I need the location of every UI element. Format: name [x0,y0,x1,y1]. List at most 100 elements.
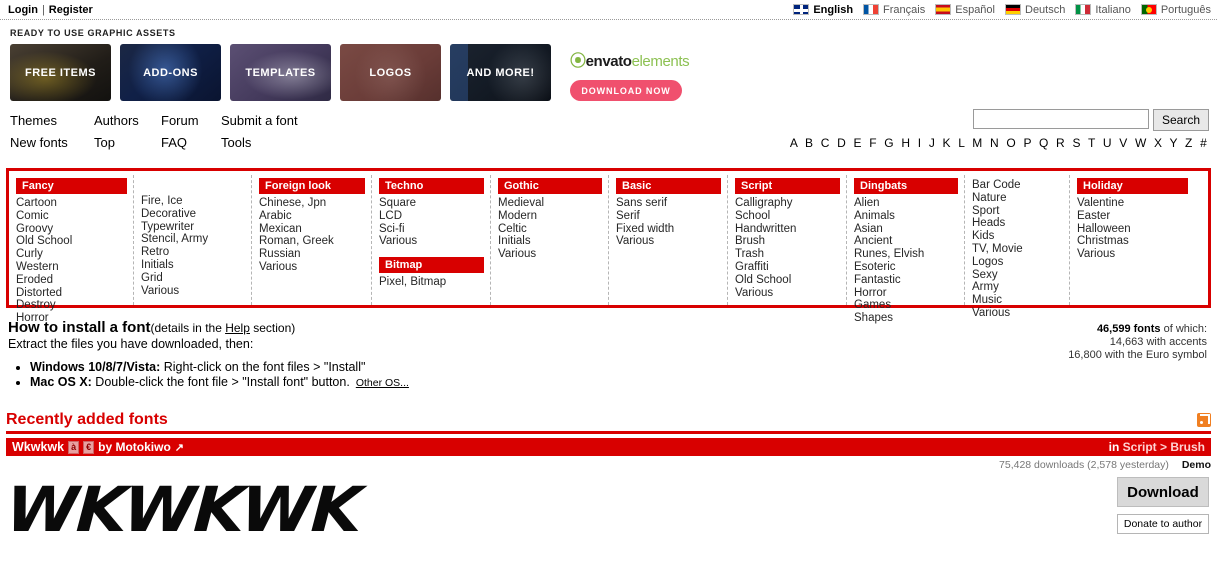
font-author[interactable]: by Motokiwo [98,440,171,454]
category-item[interactable]: Various [498,248,536,260]
category-item[interactable]: Christmas [1077,235,1129,247]
category-item[interactable]: Western [16,261,59,273]
category-item[interactable]: Various [972,307,1010,319]
category-item[interactable]: Old School [735,274,791,286]
login-link[interactable]: Login [8,4,38,16]
download-button[interactable]: Download [1117,477,1209,507]
ad-tile-templates[interactable]: TEMPLATES [230,44,331,101]
help-link[interactable]: Help [225,321,250,335]
category-item[interactable]: Various [379,235,417,247]
category-item[interactable]: Fixed width [616,223,674,235]
category-item[interactable]: Music [972,294,1002,306]
category-item[interactable]: Brush [735,235,765,247]
category-item[interactable]: Russian [259,248,301,260]
category-item[interactable]: Curly [16,248,43,260]
nav-item-faq[interactable]: FAQ [161,135,221,157]
category-item[interactable]: Trash [735,248,764,260]
category-header-bitmap[interactable]: Bitmap [379,257,484,274]
nav-item-themes[interactable]: Themes [10,113,94,135]
category-item[interactable]: Animals [854,210,895,222]
category-item[interactable]: Ancient [854,235,892,247]
category-item[interactable]: Distorted [16,287,62,299]
category-item[interactable]: Comic [16,210,49,222]
category-item[interactable]: Modern [498,210,537,222]
category-item[interactable]: Square [379,197,416,209]
search-button[interactable]: Search [1152,109,1209,131]
category-item[interactable]: Mexican [259,223,302,235]
category-item[interactable]: Initials [141,259,174,271]
category-item[interactable]: Sport [972,205,1000,217]
category-item[interactable]: LCD [379,210,402,222]
category-item[interactable]: Games [854,299,891,311]
language-option-german[interactable]: Deutsch [1005,4,1065,16]
demo-link[interactable]: Demo [1182,459,1211,471]
category-header-fancy[interactable]: Fancy [16,178,127,194]
download-now-button[interactable]: DOWNLOAD NOW [570,80,682,101]
category-item[interactable]: Kids [972,230,994,242]
category-item[interactable]: Logos [972,256,1003,268]
category-item[interactable]: Fire, Ice [141,195,183,207]
language-option-english[interactable]: English [793,4,853,16]
category-item[interactable]: Various [141,285,179,297]
category-item[interactable]: Sci-fi [379,223,405,235]
category-item[interactable]: Stencil, Army [141,233,208,245]
language-option-french[interactable]: Français [863,4,925,16]
donate-to-author-button[interactable]: Donate to author [1117,514,1209,534]
category-item[interactable]: Runes, Elvish [854,248,924,260]
category-item[interactable]: Bar Code [972,179,1021,191]
category-item[interactable]: Valentine [1077,197,1124,209]
nav-item-top[interactable]: Top [94,135,161,157]
category-item[interactable]: Easter [1077,210,1110,222]
category-item[interactable]: Groovy [16,223,53,235]
category-item[interactable]: Halloween [1077,223,1131,235]
font-category[interactable]: Script > Brush [1123,440,1205,454]
category-item[interactable]: Chinese, Jpn [259,197,326,209]
search-input[interactable] [972,109,1149,129]
category-item[interactable]: Graffiti [735,261,769,273]
category-item[interactable]: Serif [616,210,640,222]
category-header-gothic[interactable]: Gothic [498,178,602,194]
ad-tile-add-ons[interactable]: ADD-ONS [120,44,221,101]
nav-item-forum[interactable]: Forum [161,113,221,135]
category-item[interactable]: School [735,210,770,222]
category-item[interactable]: Sexy [972,269,998,281]
ad-tile-logos[interactable]: LOGOS [340,44,441,101]
category-item[interactable]: Sans serif [616,197,667,209]
category-item[interactable]: Grid [141,272,163,284]
category-item[interactable]: Roman, Greek [259,235,334,247]
category-header-holiday[interactable]: Holiday [1077,178,1188,194]
language-option-italian[interactable]: Italiano [1075,4,1131,16]
ad-tile-and-more[interactable]: AND MORE! [450,44,551,101]
category-item[interactable]: Arabic [259,210,292,222]
category-item[interactable]: Various [1077,248,1115,260]
category-item[interactable]: Various [735,287,773,299]
category-item[interactable]: Esoteric [854,261,896,273]
category-item[interactable]: Various [616,235,654,247]
category-header-techno[interactable]: Techno [379,178,484,194]
category-item[interactable]: Medieval [498,197,544,209]
category-item[interactable]: Celtic [498,223,527,235]
ad-tile-free-items[interactable]: FREE ITEMS [10,44,111,101]
register-link[interactable]: Register [49,4,93,16]
rss-icon[interactable] [1197,413,1211,427]
category-item[interactable]: Old School [16,235,72,247]
category-item[interactable]: Asian [854,223,883,235]
category-item[interactable]: Retro [141,246,169,258]
category-header-basic[interactable]: Basic [616,178,721,194]
category-item[interactable]: Horror [854,287,887,299]
language-option-portuguese[interactable]: Português [1140,4,1211,16]
alphabet-index[interactable]: A B C D E F G H I J K L M N O P Q R S T … [790,136,1209,150]
nav-item-authors[interactable]: Authors [94,113,161,135]
category-item[interactable]: Alien [854,197,880,209]
category-header-dingbats[interactable]: Dingbats [854,178,958,194]
category-item[interactable]: Initials [498,235,531,247]
category-item[interactable]: Various [259,261,297,273]
nav-item-new-fonts[interactable]: New fonts [10,135,94,157]
category-item[interactable]: Nature [972,192,1007,204]
category-header-foreign-look[interactable]: Foreign look [259,178,365,194]
category-item[interactable]: Handwritten [735,223,796,235]
category-item[interactable]: Typewriter [141,221,194,233]
external-link-icon[interactable]: ↗ [175,441,184,454]
category-item[interactable]: Cartoon [16,197,57,209]
category-item[interactable]: Heads [972,217,1005,229]
